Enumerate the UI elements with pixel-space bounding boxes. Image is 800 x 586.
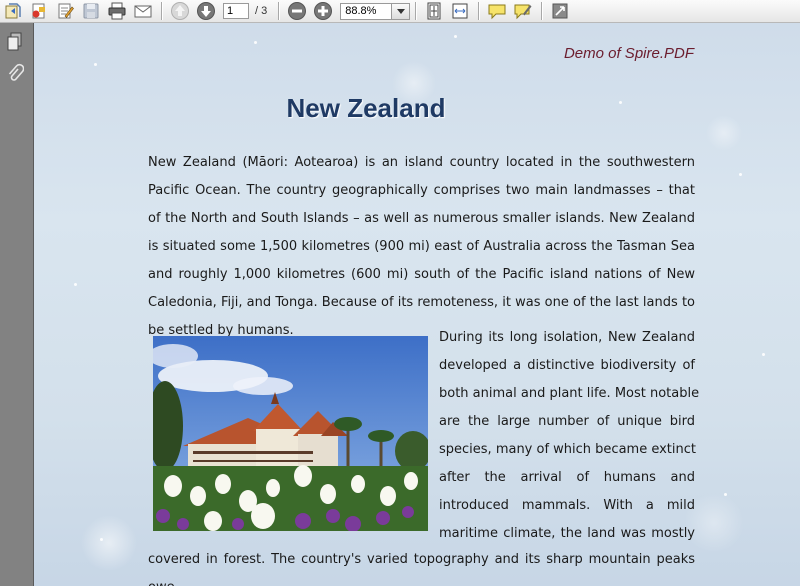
sparkle-decoration: [739, 173, 742, 176]
sparkle-decoration: [724, 493, 727, 496]
next-page-icon[interactable]: [195, 1, 217, 21]
paragraph-intro: New Zealand (Māori: Aotearoa) is an isla…: [148, 155, 695, 338]
sparkle-decoration: [254, 41, 257, 44]
text-line: both animal and plant life. Most notable: [439, 386, 700, 401]
document-viewer[interactable]: Demo of Spire.PDF New Zealand New Zealan…: [34, 23, 800, 586]
text-line: after the arrival of humans and: [439, 470, 695, 485]
zoom-in-icon[interactable]: [312, 1, 334, 21]
text-line: species, many of which became extinct: [439, 442, 696, 457]
zoom-out-icon[interactable]: [286, 1, 308, 21]
page-title: New Zealand: [286, 93, 446, 123]
sparkle-decoration: [454, 35, 457, 38]
toolbar-separator: [478, 2, 480, 20]
toolbar-separator: [161, 2, 162, 20]
paragraph-biodiversity: During its long isolation, New Zealand d…: [439, 324, 700, 548]
previous-page-icon[interactable]: [169, 1, 191, 21]
side-panel: [0, 23, 34, 586]
page-total-label: / 3: [255, 5, 268, 17]
text-line: developed a distinctive biodiversity of: [439, 358, 695, 373]
text-line: maritime climate, the land was mostly: [439, 526, 695, 541]
comment-icon[interactable]: [486, 1, 508, 21]
annotate-icon[interactable]: [512, 1, 534, 21]
zoom-input[interactable]: [340, 2, 393, 20]
save-icon[interactable]: [80, 1, 102, 21]
print-icon[interactable]: [106, 1, 128, 21]
fit-width-icon[interactable]: [449, 1, 471, 21]
paragraph-forest: covered in forest. The country's varied …: [148, 552, 695, 586]
sparkle-decoration: [74, 283, 77, 286]
text-line: introduced mammals. With a mild: [439, 498, 695, 513]
fit-page-icon[interactable]: [423, 1, 445, 21]
fullscreen-icon[interactable]: [549, 1, 571, 21]
page-number-input[interactable]: [223, 3, 249, 19]
text-line: are the large number of unique bird: [439, 414, 695, 429]
sparkle-decoration: [762, 353, 765, 356]
chevron-down-icon[interactable]: [392, 2, 411, 20]
sparkle-decoration: [100, 538, 103, 541]
edit-document-icon[interactable]: [54, 1, 76, 21]
museum-photo: [153, 336, 428, 531]
toolbar-separator: [278, 2, 280, 20]
toolbar-separator: [541, 2, 543, 20]
properties-icon[interactable]: [28, 1, 50, 21]
email-icon[interactable]: [132, 1, 154, 21]
toolbar-separator: [415, 2, 417, 20]
zoom-select[interactable]: [340, 2, 411, 20]
attachments-icon[interactable]: [3, 61, 27, 85]
text-line: During its long isolation, New Zealand: [439, 330, 695, 345]
document-header: Demo of Spire.PDF: [563, 45, 694, 62]
sparkle-decoration: [94, 63, 97, 66]
pages-icon[interactable]: [3, 30, 27, 54]
toolbar: / 3: [0, 0, 800, 23]
open-icon[interactable]: [2, 1, 24, 21]
